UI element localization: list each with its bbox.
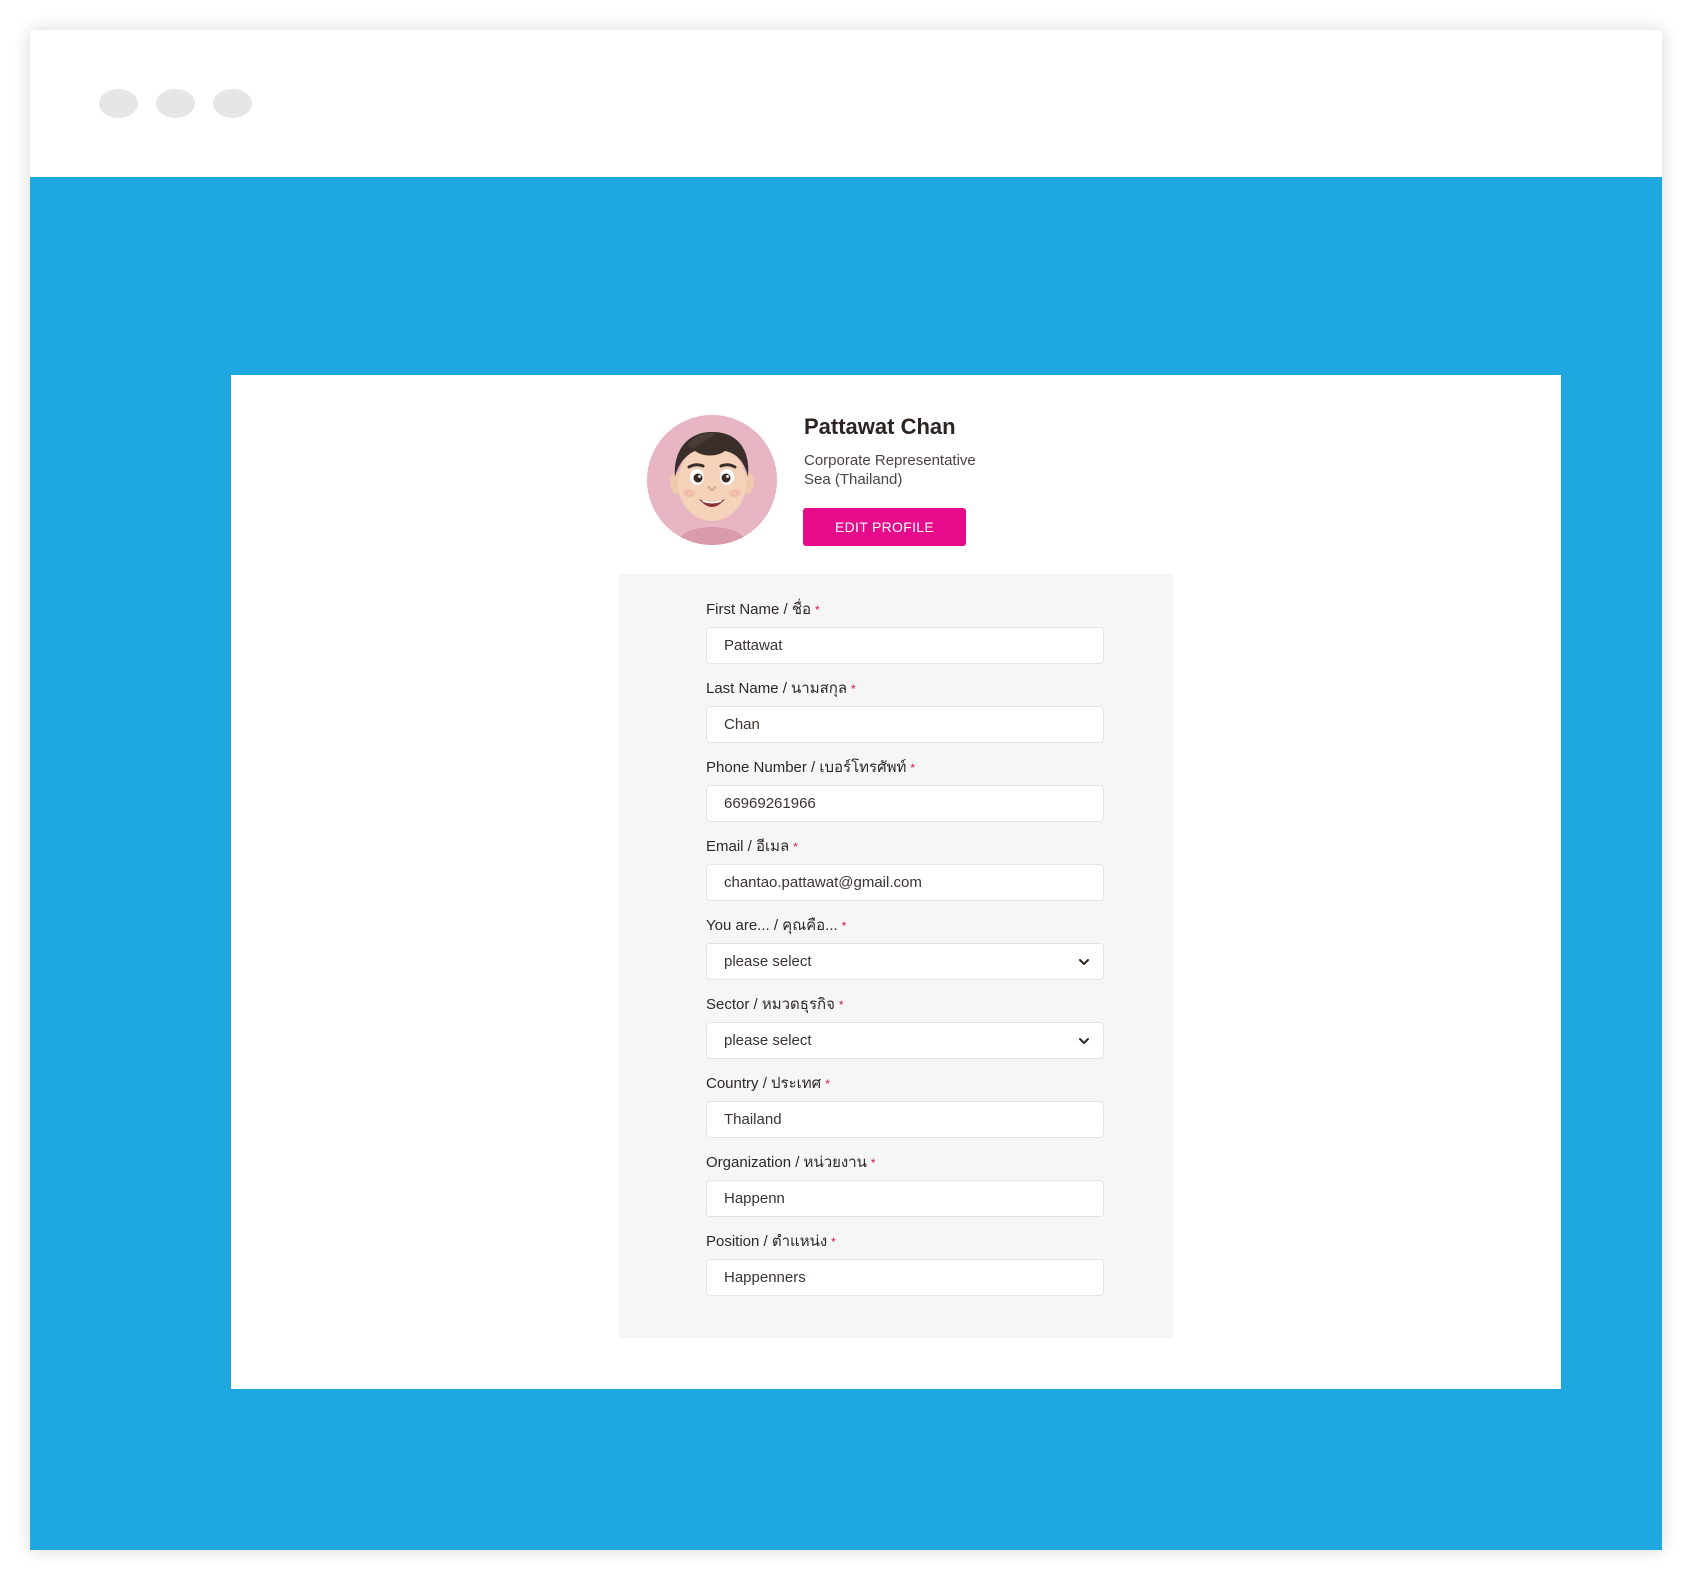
field-label: Phone Number / เบอร์โทรศัพท์ * [706,759,916,776]
profile-name: Pattawat Chan [804,414,956,439]
browser-window: Pattawat Chan Corporate Representative S… [30,30,1662,1550]
window-titlebar [30,30,1662,177]
field-label: Position / ตำแหน่ง * [706,1233,836,1250]
page-viewport: Pattawat Chan Corporate Representative S… [30,177,1662,1550]
window-close-dot[interactable] [99,89,138,118]
edit-profile-button[interactable]: EDIT PROFILE [803,508,966,546]
sector-select[interactable]: please select [706,1022,1104,1059]
window-maximize-dot[interactable] [213,89,252,118]
profile-company: Sea (Thailand) [804,471,903,488]
required-mark: * [793,840,798,854]
avatar [647,415,777,545]
field-label: Email / อีเมล * [706,838,798,855]
field-label: Country / ประเทศ * [706,1075,830,1092]
email-input[interactable]: chantao.pattawat@gmail.com [706,864,1104,901]
required-mark: * [870,1156,876,1170]
chevron-down-icon [1079,1038,1089,1044]
required-mark: * [910,761,916,775]
required-mark: * [841,919,847,933]
country-input[interactable]: Thailand [706,1101,1104,1138]
field-label: Organization / หน่วยงาน * [706,1154,876,1171]
you-are-select[interactable]: please select [706,943,1104,980]
required-mark: * [825,1077,830,1091]
field-label: Sector / หมวดธุรกิจ * [706,996,844,1013]
profile-role: Corporate Representative [804,452,976,469]
position-input[interactable]: Happenners [706,1259,1104,1296]
required-mark: * [815,603,820,617]
window-minimize-dot[interactable] [156,89,195,118]
organization-input[interactable]: Happenn [706,1180,1104,1217]
profile-card: Pattawat Chan Corporate Representative S… [231,375,1561,1389]
field-label: Last Name / นามสกุล * [706,680,856,697]
required-mark: * [838,998,844,1012]
memoji-avatar-icon [647,415,777,545]
chevron-down-icon [1079,959,1089,965]
last-name-input[interactable]: Chan [706,706,1104,743]
first-name-input[interactable]: Pattawat [706,627,1104,664]
required-mark: * [831,1235,836,1249]
required-mark: * [851,682,856,696]
profile-form: First Name / ชื่อ * Pattawat Last Name / … [619,574,1173,1338]
field-label: You are... / คุณคือ... * [706,917,847,934]
field-label: First Name / ชื่อ * [706,601,820,618]
phone-number-input[interactable]: 66969261966 [706,785,1104,822]
